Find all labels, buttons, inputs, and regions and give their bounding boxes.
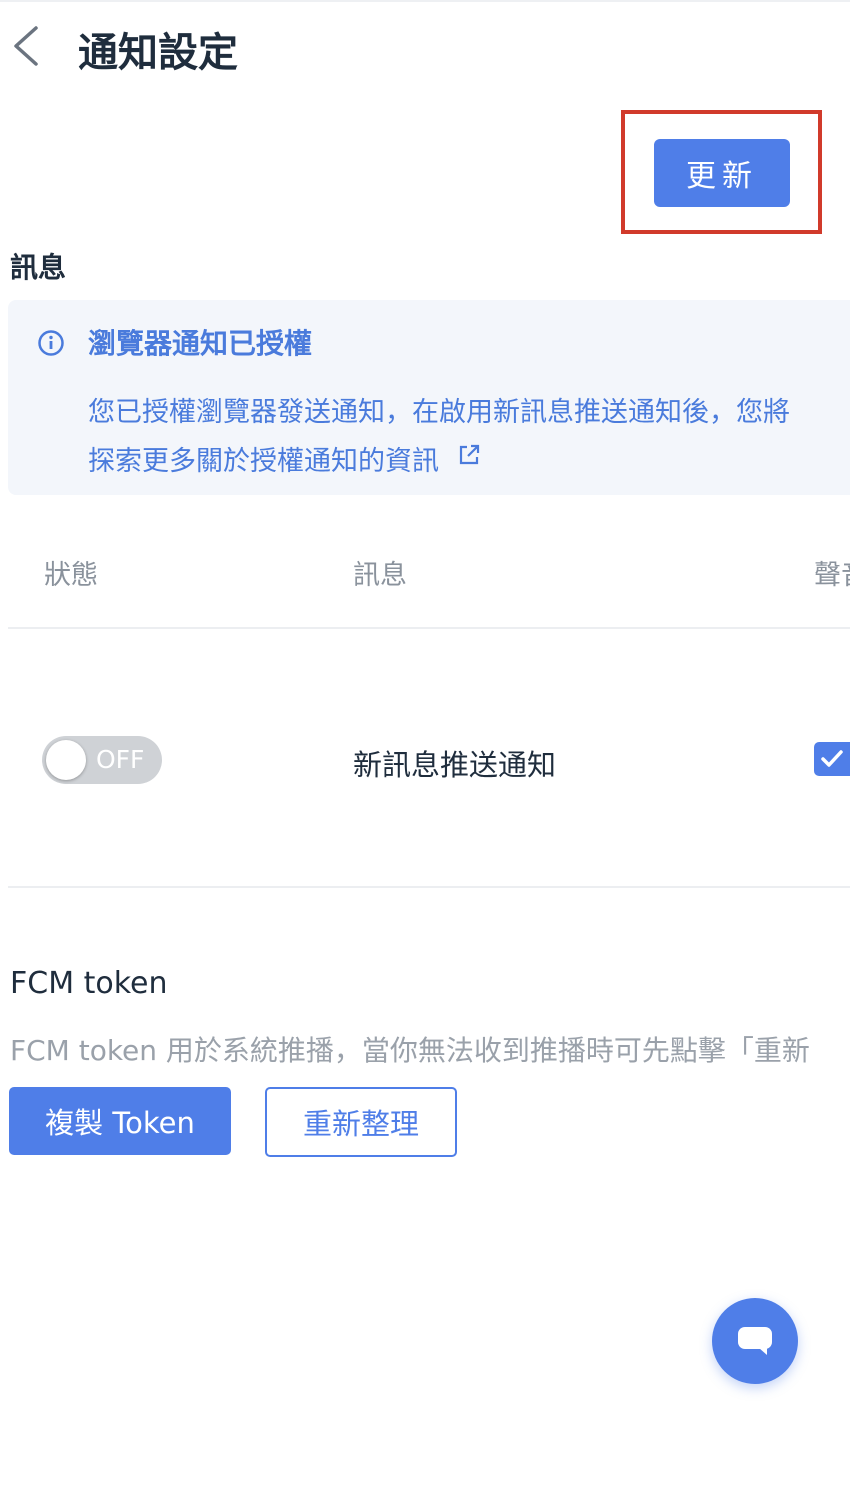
sound-checkbox[interactable] [814, 742, 850, 776]
refresh-button[interactable]: 重新整理 [265, 1087, 457, 1157]
fcm-title: FCM token [10, 966, 168, 1001]
divider [8, 627, 850, 629]
info-link[interactable]: 探索更多關於授權通知的資訊 [88, 439, 481, 478]
info-banner: 瀏覽器通知已授權 您已授權瀏覽器發送通知，在啟用新訊息推送通知後，您將 探索更多… [8, 300, 850, 495]
external-link-icon [457, 443, 481, 474]
column-header-sound: 聲音 [814, 560, 850, 591]
top-border [0, 0, 850, 2]
new-message-push-label: 新訊息推送通知 [353, 748, 557, 782]
info-icon [38, 330, 64, 356]
info-text: 您已授權瀏覽器發送通知，在啟用新訊息推送通知後，您將 [88, 397, 790, 428]
fcm-description: FCM token 用於系統推播，當你無法收到推播時可先點擊「重新 [10, 1034, 810, 1067]
section-title-messages: 訊息 [10, 251, 67, 284]
column-header-message: 訊息 [353, 560, 407, 591]
page-title: 通知設定 [78, 30, 238, 76]
toggle-state-label: OFF [96, 745, 145, 774]
column-header-status: 狀態 [44, 560, 98, 591]
chat-button[interactable] [712, 1298, 798, 1384]
info-link-label: 探索更多關於授權通知的資訊 [88, 446, 439, 477]
info-title: 瀏覽器通知已授權 [88, 327, 313, 360]
copy-token-button[interactable]: 複製 Token [9, 1087, 231, 1155]
divider [8, 886, 850, 888]
back-icon[interactable] [10, 24, 44, 68]
notification-toggle[interactable]: OFF [42, 736, 162, 784]
toggle-knob [46, 740, 86, 780]
update-button[interactable]: 更新 [654, 139, 790, 207]
